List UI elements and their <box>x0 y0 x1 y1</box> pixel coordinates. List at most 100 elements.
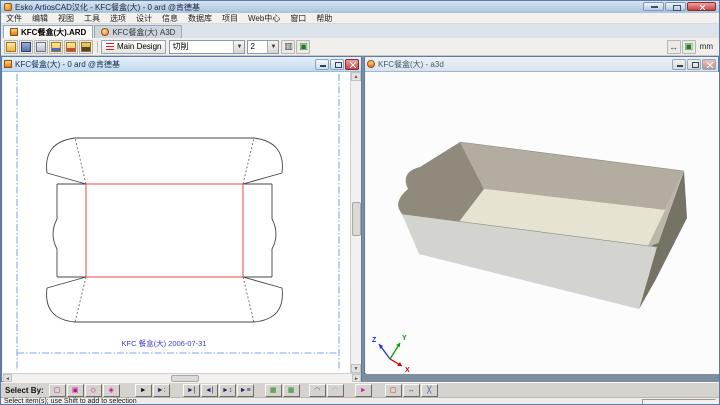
axis-z-label: Z <box>372 337 377 344</box>
menu-item-database[interactable]: 数据库 <box>183 13 217 24</box>
snap-options-button[interactable]: ▥ <box>281 40 295 54</box>
menu-item-view[interactable]: 视图 <box>53 13 79 24</box>
artioscad-window: Esko ArtiosCAD汉化 - KFC餐盒(大) - 0 ard @肯德基… <box>0 0 720 405</box>
vertical-scroll-thumb[interactable] <box>352 202 361 236</box>
status-secondary-panel <box>642 399 716 405</box>
zoom-rectangle-button[interactable]: ▢ <box>385 384 402 397</box>
workspace-3d-icon: ▣ <box>684 41 693 52</box>
window-title: Esko ArtiosCAD汉化 - KFC餐盒(大) - 0 ard @肯德基 <box>15 2 200 13</box>
ard-document-icon <box>4 60 12 68</box>
workspace-3d-button[interactable]: ▣ <box>682 40 696 54</box>
print-button[interactable] <box>34 40 48 54</box>
database-button[interactable] <box>79 40 93 54</box>
open-button[interactable] <box>4 40 18 54</box>
design-2d-titlebar: KFC餐盒(大) - 0 ard @肯德基 <box>2 57 361 72</box>
scale-dropdown[interactable]: 2 ▼ <box>247 40 279 54</box>
layer-dropdown-value: 切削 <box>170 41 233 52</box>
select-group-items-button[interactable]: ►≡ <box>237 384 254 397</box>
child-restore-button[interactable] <box>330 59 344 70</box>
scroll-left-icon[interactable]: ◄ <box>3 374 12 382</box>
chevron-down-icon[interactable]: ▼ <box>233 41 244 53</box>
menu-item-tools[interactable]: 工具 <box>79 13 105 24</box>
units-label: mm <box>700 42 713 51</box>
arc-select-alt-button[interactable]: ◠ <box>327 384 344 397</box>
menu-item-edit[interactable]: 编辑 <box>27 13 53 24</box>
toolbar-separator <box>97 41 98 53</box>
child-close-button[interactable] <box>345 59 359 70</box>
document-tab-bar: KFC餐盒(大).ARD KFC餐盒(大) A3D <box>1 24 719 38</box>
main-toolbar: Main Design 切削 ▼ 2 ▼ ▥ ▣ ↔ ▣ mm <box>1 38 719 56</box>
copy-to-catalog-icon <box>51 42 61 52</box>
select-next-item-button[interactable]: ►| <box>183 384 200 397</box>
vertical-scrollbar[interactable]: ▲ ▼ <box>350 72 361 373</box>
save-button[interactable] <box>19 40 33 54</box>
database-icon <box>81 42 91 52</box>
select-by-label: Select By: <box>5 386 44 395</box>
a3d-document-icon <box>367 60 375 68</box>
menu-item-help[interactable]: 帮助 <box>311 13 337 24</box>
tab-a3d-label: KFC餐盒(大) A3D <box>112 27 175 38</box>
main-design-button[interactable]: Main Design <box>101 40 166 54</box>
minimize-button[interactable] <box>643 2 664 11</box>
fit-drawing-button[interactable]: ╳ <box>421 384 438 397</box>
restore-button[interactable] <box>665 2 686 11</box>
fold-lines <box>75 138 254 322</box>
menu-bar: 文件 编辑 视图 工具 选项 设计 信息 数据库 项目 Web中心 窗口 帮助 <box>1 13 719 24</box>
table-row-select-button[interactable]: ▦ <box>265 384 282 397</box>
select-inside-rectangle-button[interactable]: ▢ <box>49 384 66 397</box>
child-restore-button[interactable] <box>687 59 701 70</box>
select-add-point-button[interactable]: ►: <box>153 384 170 397</box>
menu-item-webcenter[interactable]: Web中心 <box>243 13 285 24</box>
drawing-annotation: KFC 餐盒(大) 2006-07-31 <box>121 338 206 348</box>
menu-item-design[interactable]: 设计 <box>131 13 157 24</box>
design-3d-title: KFC餐盒(大) - a3d <box>378 59 444 70</box>
render-3d-canvas[interactable]: Z Y X <box>366 72 719 374</box>
copy-to-catalog-button[interactable] <box>49 40 63 54</box>
design-2d-window: KFC餐盒(大) - 0 ard @肯德基 <box>1 56 362 382</box>
dieline-canvas[interactable]: KFC 餐盒(大) 2006-07-31 <box>3 72 350 373</box>
select-vertical-items-button[interactable]: ►↕ <box>219 384 236 397</box>
axis-triad: Z Y X <box>372 335 410 374</box>
chevron-down-icon[interactable]: ▼ <box>267 41 278 53</box>
close-button[interactable] <box>687 2 716 11</box>
main-design-label: Main Design <box>117 42 161 51</box>
app-icon <box>4 3 12 11</box>
fit-width-button[interactable]: ↔ <box>403 384 420 397</box>
menu-item-file[interactable]: 文件 <box>1 13 27 24</box>
table-select-button[interactable]: ▦ <box>283 384 300 397</box>
titlebar: Esko ArtiosCAD汉化 - KFC餐盒(大) - 0 ard @肯德基 <box>1 1 719 13</box>
select-previous-item-button[interactable]: ◄| <box>201 384 218 397</box>
scroll-up-icon[interactable]: ▲ <box>351 72 361 81</box>
menu-item-info[interactable]: 信息 <box>157 13 183 24</box>
child-close-button[interactable] <box>702 59 716 70</box>
child-minimize-button[interactable] <box>315 59 329 70</box>
tray-3d-render: Z Y X <box>366 72 719 374</box>
design-3d-window: KFC餐盒(大) - a3d <box>364 56 719 374</box>
pan-tool-icon: ↔ <box>669 42 678 52</box>
select-inside-polygon-button[interactable]: ◇ <box>85 384 102 397</box>
select-pointer-button[interactable]: ► <box>135 384 152 397</box>
pan-tool-button[interactable]: ↔ <box>667 40 681 54</box>
main-design-icon <box>106 43 114 50</box>
rebuild-button[interactable]: ▣ <box>296 40 310 54</box>
horizontal-scroll-thumb[interactable] <box>171 375 199 382</box>
select-touching-rectangle-button[interactable]: ▣ <box>67 384 84 397</box>
print-icon <box>36 42 46 52</box>
tab-ard-label: KFC餐盒(大).ARD <box>21 27 86 38</box>
menu-item-project[interactable]: 项目 <box>217 13 243 24</box>
tab-a3d[interactable]: KFC餐盒(大) A3D <box>94 25 182 38</box>
scroll-down-icon[interactable]: ▼ <box>351 364 361 373</box>
tab-ard[interactable]: KFC餐盒(大).ARD <box>3 25 93 38</box>
child-minimize-button[interactable] <box>672 59 686 70</box>
lasso-select-button[interactable]: ► <box>355 384 372 397</box>
revision-button[interactable] <box>64 40 78 54</box>
scroll-right-icon[interactable]: ► <box>352 374 361 382</box>
menu-item-options[interactable]: 选项 <box>105 13 131 24</box>
menu-item-window[interactable]: 窗口 <box>285 13 311 24</box>
layer-dropdown[interactable]: 切削 ▼ <box>169 40 245 54</box>
axis-y-label: Y <box>402 335 407 342</box>
select-touching-polygon-button[interactable]: ◈ <box>103 384 120 397</box>
horizontal-scrollbar[interactable]: ◄ ► <box>3 373 361 382</box>
arc-select-button[interactable]: ◠ <box>309 384 326 397</box>
select-by-toolbar: Select By: ▢ ▣ ◇ ◈ ► ►: ►| ◄| ►↕ ►≡ ▦ ▦ … <box>1 382 719 397</box>
